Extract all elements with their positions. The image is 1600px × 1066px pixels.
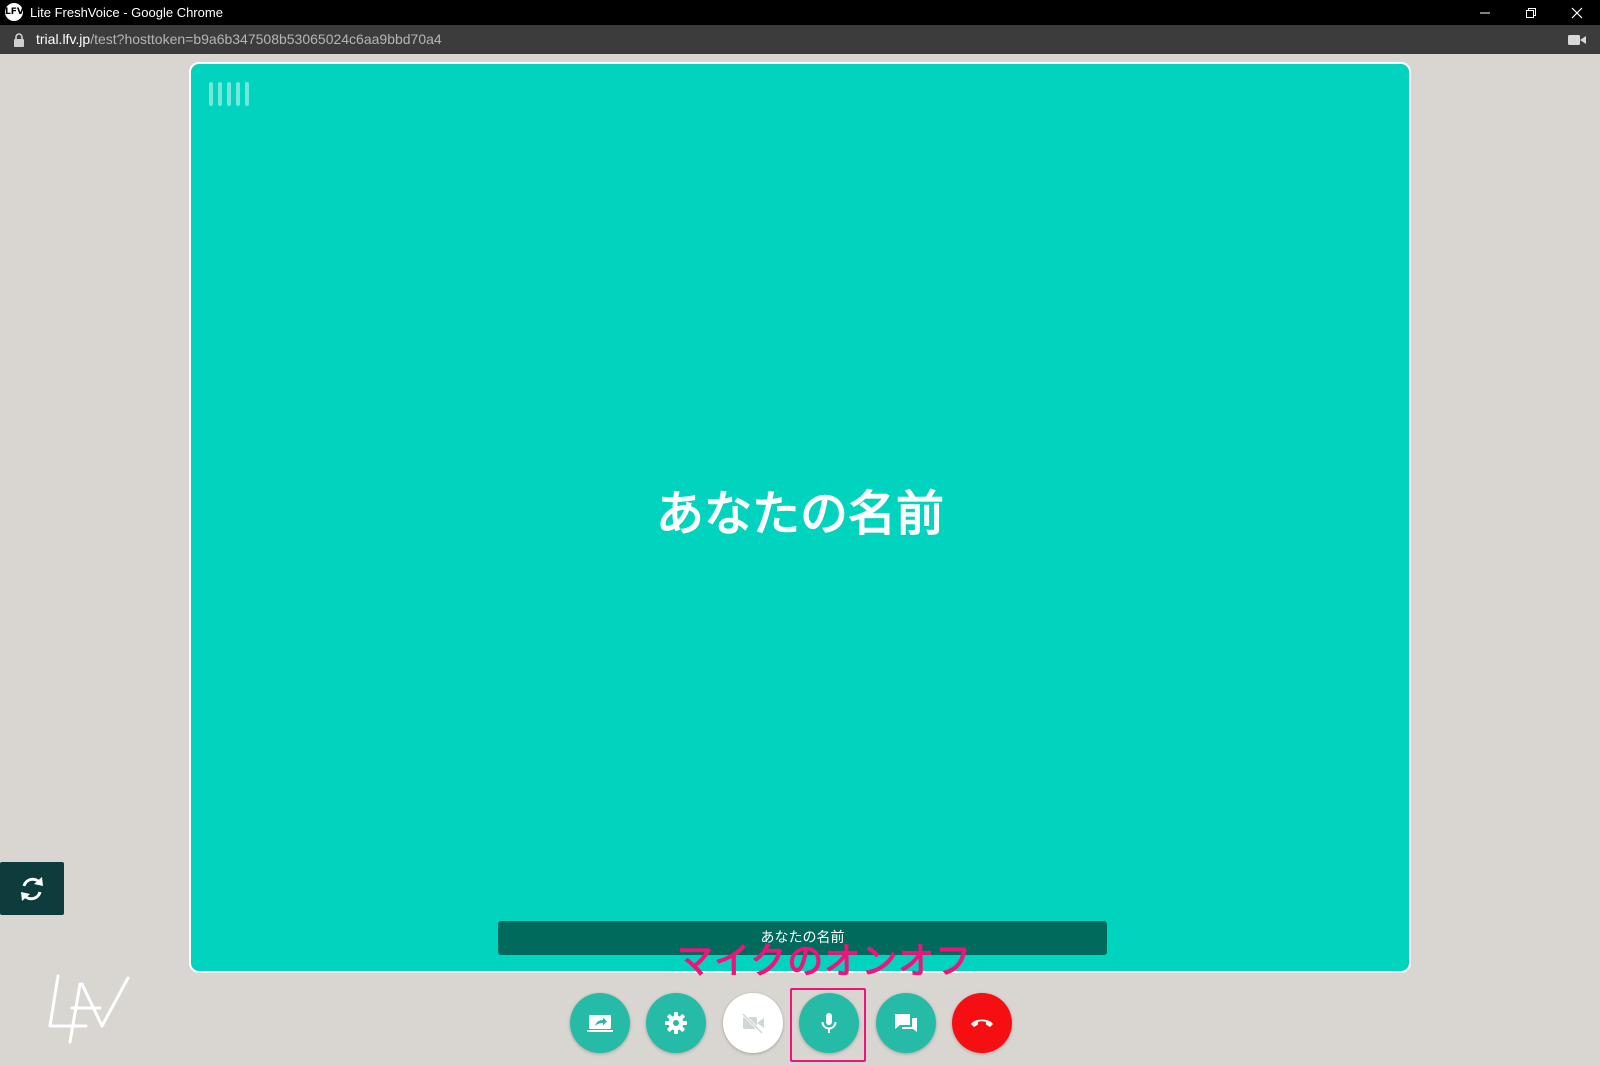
self-video-tile: あなたの名前 あなたの名前: [189, 62, 1411, 973]
phone-hangup-icon: [971, 1019, 993, 1027]
participant-name-display: あなたの名前: [655, 486, 944, 542]
settings-button[interactable]: [646, 993, 706, 1053]
lfv-logo: [48, 974, 130, 1044]
microphone-icon: [821, 1013, 837, 1033]
address-bar[interactable]: trial.lfv.jp/test?hosttoken=b9a6b347508b…: [0, 25, 1600, 54]
hang-up-button[interactable]: [952, 993, 1012, 1053]
close-icon: [1571, 7, 1583, 18]
screen-share-button[interactable]: [570, 993, 630, 1053]
close-button[interactable]: [1554, 0, 1600, 25]
screen-share-icon: [587, 1015, 613, 1032]
rotate-layout-button[interactable]: [0, 862, 64, 915]
camera-in-use-icon[interactable]: [1568, 34, 1586, 46]
minimize-icon: [1480, 12, 1490, 13]
level-bar: [209, 82, 213, 106]
camera-toggle-button[interactable]: [723, 993, 783, 1053]
audio-level-meter: [209, 82, 249, 106]
chat-button[interactable]: [876, 993, 936, 1053]
refresh-icon: [21, 876, 43, 901]
annotation-mic-label: マイクのオンオフ: [677, 941, 973, 982]
mic-toggle-button[interactable]: [799, 993, 859, 1053]
url-host: trial.lfv.jp: [36, 31, 91, 47]
restore-button[interactable]: [1508, 0, 1554, 25]
url-path: /test?hosttoken=b9a6b347508b53065024c6aa…: [90, 31, 442, 47]
app-logo-icon: LFV: [5, 3, 24, 21]
level-bar: [245, 82, 249, 106]
url-text[interactable]: trial.lfv.jp/test?hosttoken=b9a6b347508b…: [36, 25, 442, 54]
video-off-icon: [741, 1012, 764, 1035]
level-bar: [236, 82, 240, 106]
window-titlebar: LFV Lite FreshVoice - Google Chrome: [0, 0, 1600, 25]
restore-icon: [1526, 7, 1536, 18]
minimize-button[interactable]: [1462, 0, 1508, 25]
level-bar: [218, 82, 222, 106]
gear-icon: [665, 1012, 687, 1034]
level-bar: [227, 82, 231, 106]
chat-icon: [895, 1014, 917, 1032]
window-title: Lite FreshVoice - Google Chrome: [30, 5, 223, 20]
lock-icon: [14, 33, 24, 47]
